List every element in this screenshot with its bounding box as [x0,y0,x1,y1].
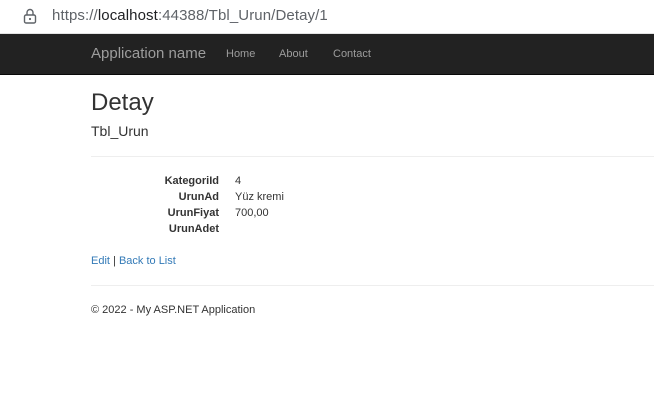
detail-label: UrunAdet [168,223,219,235]
detail-value: Yüz kremi [235,191,284,203]
page-subtitle: Tbl_Urun [91,123,149,139]
detail-row-kategoriid: KategoriId 4 [91,173,391,189]
url-field[interactable]: https://localhost:44388/Tbl_Urun/Detay/1 [52,6,328,26]
url-host: localhost [97,7,158,24]
nav-about-link[interactable]: About [279,47,308,61]
action-links: Edit | Back to List [91,254,176,268]
detail-row-urunadet: UrunAdet [91,221,391,237]
nav-contact-link[interactable]: Contact [333,47,371,61]
nav-home-link[interactable]: Home [226,47,255,61]
detail-label: UrunAd [178,191,219,203]
detail-row-urunad: UrunAd Yüz kremi [91,189,391,205]
browser-address-bar: https://localhost:44388/Tbl_Urun/Detay/1 [0,0,654,34]
divider [91,156,654,157]
detail-row-urunfiyat: UrunFiyat 700,00 [91,205,391,221]
footer-divider [91,285,654,286]
brand-link[interactable]: Application name [91,45,206,63]
link-separator: | [113,255,116,267]
top-navbar: Application name Home About Contact [0,34,654,75]
back-to-list-link[interactable]: Back to List [119,255,176,267]
detail-label: UrunFiyat [167,207,219,219]
detail-value: 700,00 [235,207,269,219]
edit-link[interactable]: Edit [91,255,110,267]
detail-value: 4 [235,175,242,187]
detail-label: KategoriId [164,175,219,187]
lock-icon[interactable] [23,8,37,24]
page-title: Detay [91,89,154,116]
url-path: :44388/Tbl_Urun/Detay/1 [157,7,328,24]
url-scheme: https:// [52,7,98,24]
footer-text: © 2022 - My ASP.NET Application [91,304,256,316]
